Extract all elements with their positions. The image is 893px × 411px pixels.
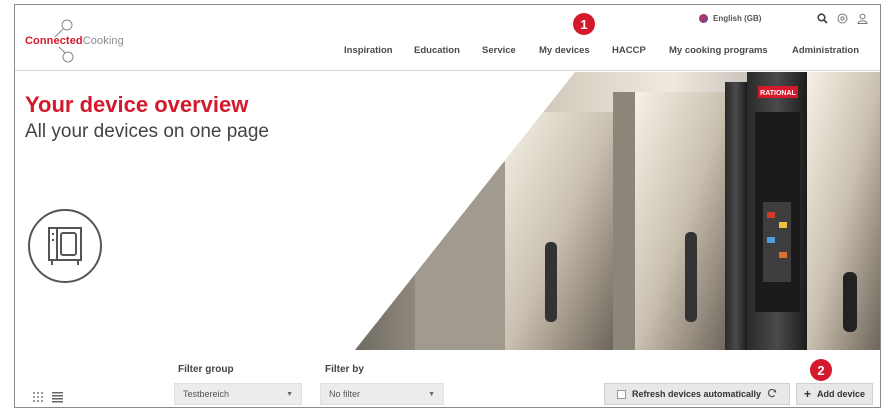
list-view-icon[interactable] [52,390,63,407]
rational-badge-text: RATIONAL [760,90,796,97]
app-frame: ConnectedCooking English (GB) Inspiratio… [14,4,881,408]
uk-flag-icon [699,14,708,23]
add-device-label: Add device [817,389,866,399]
add-device-button[interactable]: + Add device [796,383,873,405]
combi-oven-icon [28,209,102,283]
refresh-devices-label: Refresh devices automatically [631,389,762,399]
nav-education[interactable]: Education [414,45,460,56]
language-selector[interactable]: English (GB) [699,14,761,23]
nav-administration[interactable]: Administration [792,45,859,56]
page-subtitle: All your devices on one page [25,121,269,142]
chevron-down-icon: ▼ [286,390,293,398]
plus-icon: + [803,387,811,401]
filter-group-label: Filter group [178,364,234,375]
filter-group-select[interactable]: Testbereich ▼ [174,383,302,405]
filter-by-select[interactable]: No filter ▼ [320,383,444,405]
refresh-devices-toggle[interactable]: Refresh devices automatically [604,383,790,405]
filter-by-value: No filter [329,389,361,399]
annotation-marker-1: 1 [573,13,595,35]
filter-bar: Filter group Testbereich ▼ Filter by No … [15,350,880,407]
nav-haccp[interactable]: HACCP [612,45,646,56]
refresh-checkbox[interactable] [616,389,626,399]
refresh-icon [767,388,777,400]
nav-my-devices[interactable]: My devices [539,45,590,56]
hero-section: Your device overview All your devices on… [15,72,880,350]
settings-icon[interactable] [836,12,848,24]
header-icons [816,12,868,24]
hero-kitchen-photo: RATIONAL [355,72,880,350]
main-nav: Inspiration Education Service My devices… [15,45,880,61]
page-title: Your device overview [25,92,249,117]
filter-group-value: Testbereich [183,389,230,399]
grid-view-icon[interactable] [33,390,44,407]
annotation-marker-2: 2 [810,359,832,381]
header: ConnectedCooking English (GB) Inspiratio… [15,5,880,71]
search-icon[interactable] [816,12,828,24]
user-icon[interactable] [856,12,868,24]
nav-my-cooking-programs[interactable]: My cooking programs [669,45,768,56]
view-toggle [33,390,63,407]
filter-by-label: Filter by [325,364,364,375]
nav-inspiration[interactable]: Inspiration [344,45,393,56]
chevron-down-icon: ▼ [428,390,435,398]
language-label: English (GB) [713,14,762,23]
nav-service[interactable]: Service [482,45,516,56]
